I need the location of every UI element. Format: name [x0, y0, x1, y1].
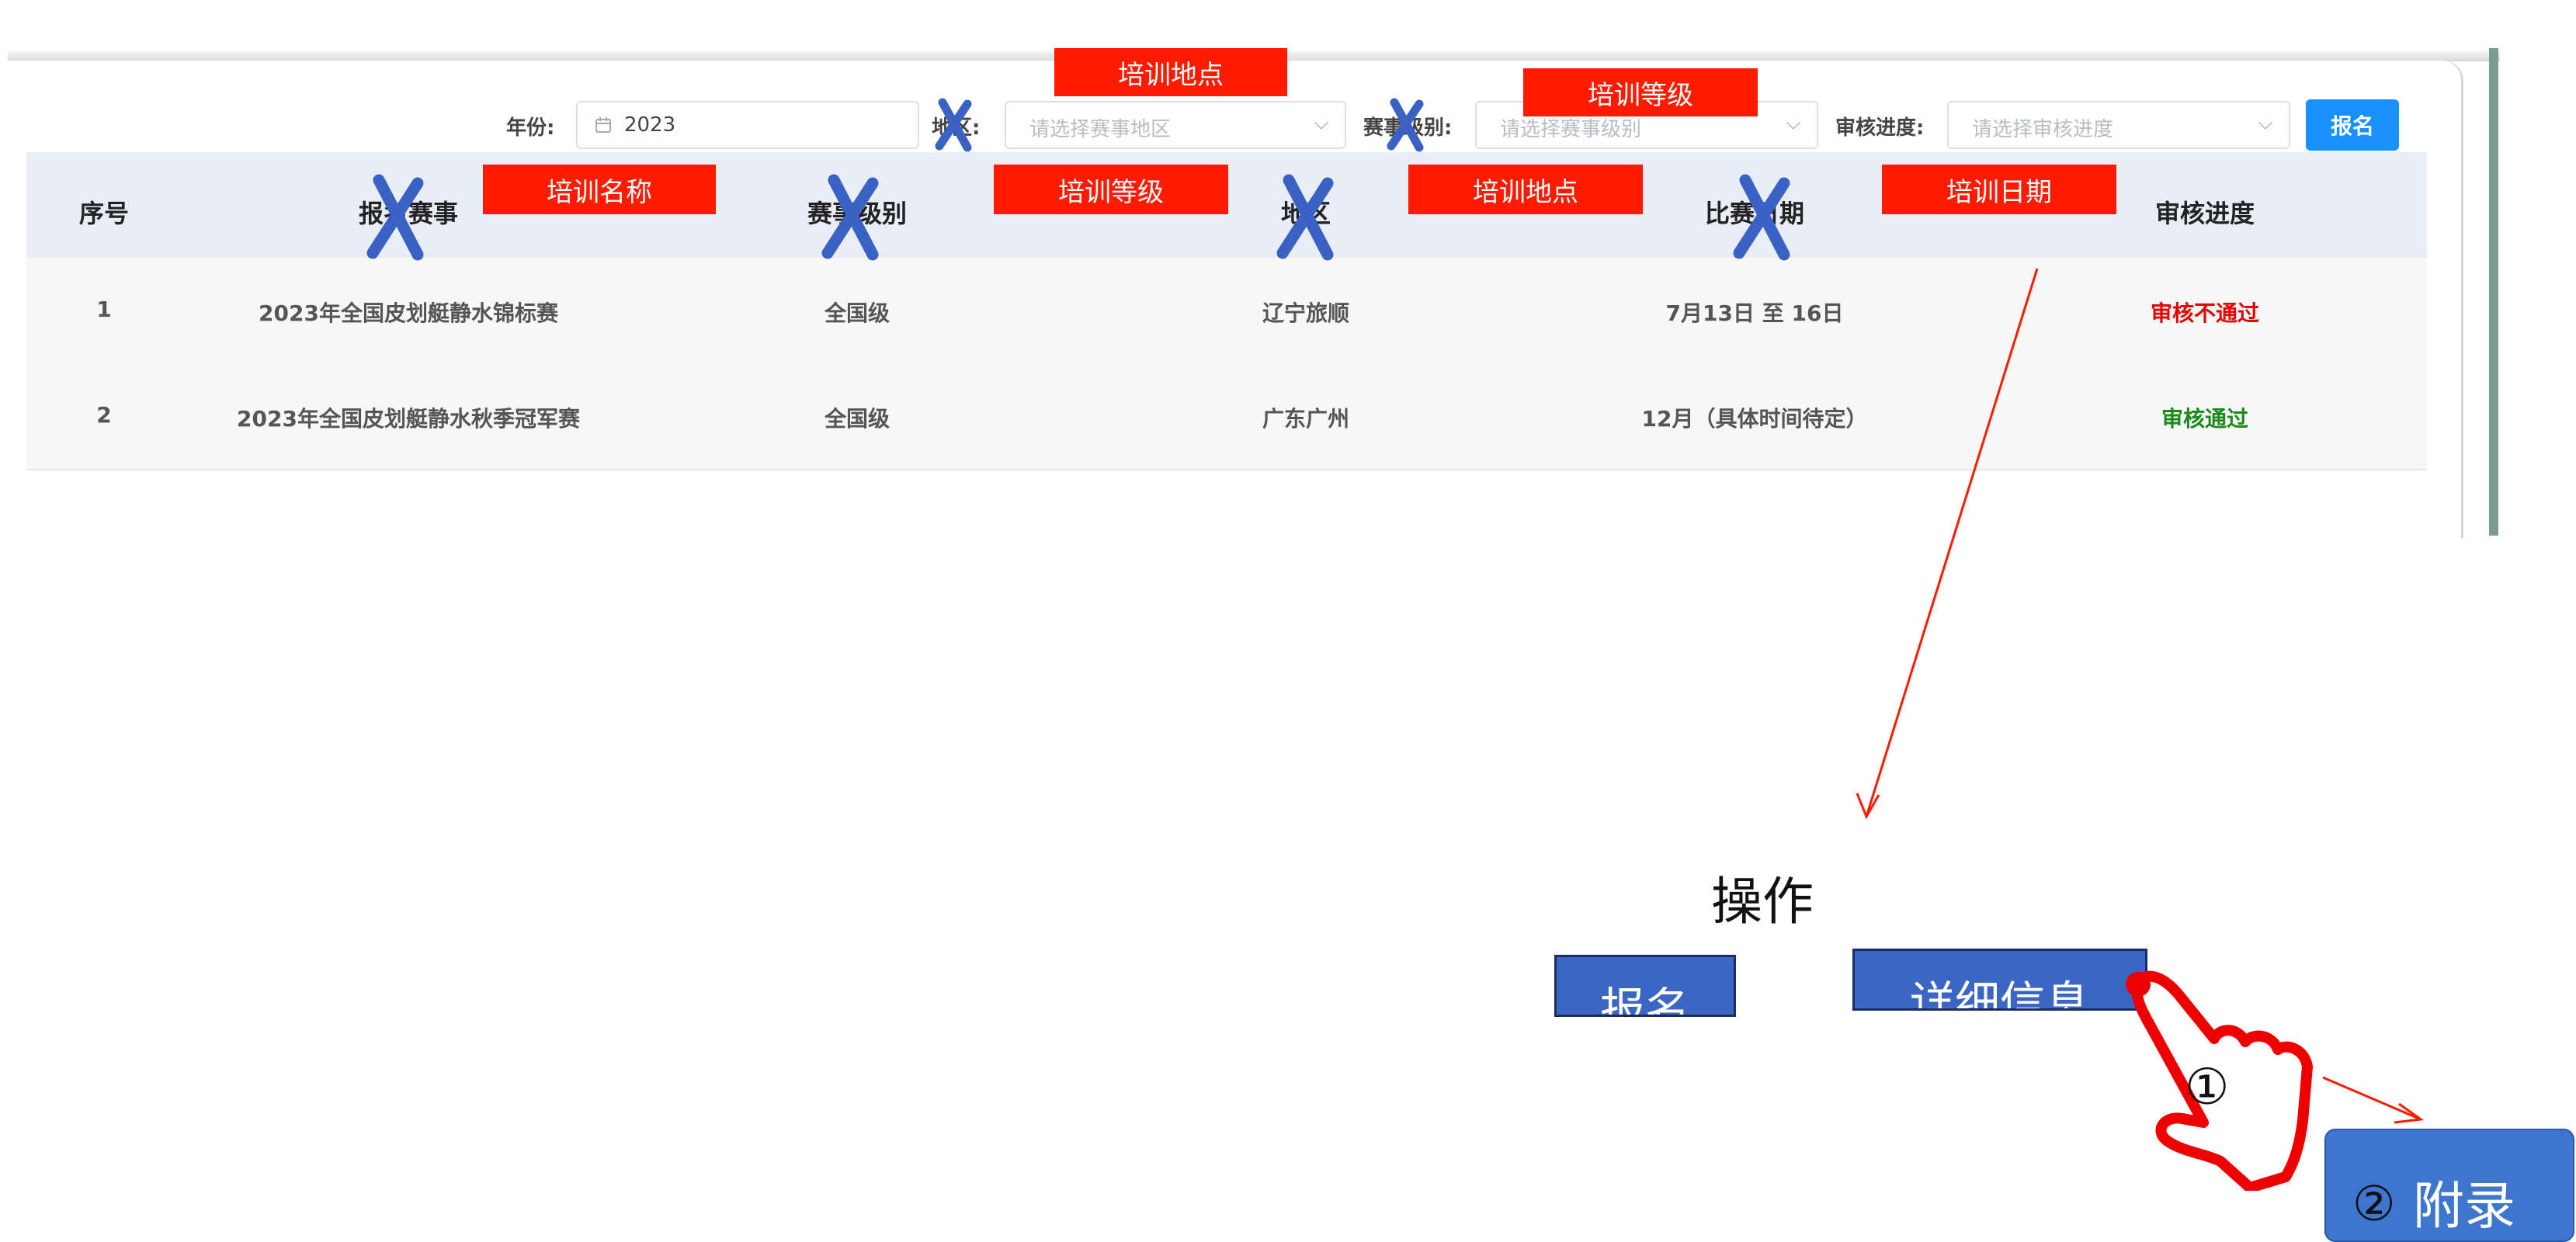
status-badge: 审核不通过 — [2150, 300, 2260, 326]
details-button[interactable]: 详细信息 — [1852, 949, 2147, 1011]
cross-mark-icon — [935, 98, 972, 152]
cross-mark-icon — [1276, 174, 1334, 261]
cross-mark-icon — [366, 174, 424, 261]
chevron-down-icon — [1314, 115, 1329, 130]
cell-event: 2023年全国皮划艇静水秋季冠军赛 — [237, 406, 580, 432]
operation-signup-button[interactable]: 报名 — [1554, 955, 1736, 1017]
column-header-index: 序号 — [78, 199, 130, 228]
appendix-button[interactable]: ② 附录 — [2324, 1129, 2574, 1242]
details-label: 详细信息 — [1909, 977, 2090, 1011]
review-filter-label: 审核进度: — [1835, 116, 1925, 140]
cross-mark-icon — [1733, 174, 1790, 261]
column-header-review: 审核进度 — [2154, 199, 2255, 228]
chevron-down-icon — [1786, 115, 1801, 130]
annotation-label-filter-level: 培训等级 — [1523, 68, 1758, 116]
cell-event: 2023年全国皮划艇静水锦标赛 — [259, 300, 558, 326]
cell-date: 12月（具体时间待定） — [1641, 406, 1868, 432]
window-right-edge — [2489, 48, 2498, 536]
region-placeholder: 请选择赛事地区 — [1029, 118, 1172, 141]
level-placeholder: 请选择赛事级别 — [1500, 118, 1642, 141]
year-value: 2023 — [624, 113, 676, 137]
cell-level: 全国级 — [824, 300, 890, 326]
cell-index: 2 — [96, 402, 112, 428]
cell-index: 1 — [96, 297, 112, 322]
step-one-marker: ① — [2185, 1059, 2230, 1116]
status-badge: 审核通过 — [2161, 406, 2249, 432]
step-two-marker: ② — [2352, 1175, 2396, 1232]
cell-region: 广东广州 — [1262, 406, 1350, 432]
calendar-icon — [595, 116, 612, 137]
cross-mark-icon — [821, 174, 879, 261]
annotation-label-filter-region: 培训地点 — [1054, 48, 1287, 96]
annotation-label-date: 培训日期 — [1882, 165, 2116, 214]
region-select[interactable]: 请选择赛事地区 — [1005, 101, 1346, 149]
operation-signup-label: 报名 — [1599, 983, 1690, 1017]
appendix-label: 附录 — [2413, 1176, 2515, 1236]
pointer-arrow — [1856, 268, 2039, 820]
cell-level: 全国级 — [824, 406, 890, 432]
annotation-label-level: 培训等级 — [994, 165, 1228, 214]
cell-region: 辽宁旅顺 — [1262, 300, 1350, 326]
cell-date: 7月13日 至 16日 — [1665, 300, 1844, 326]
year-picker[interactable]: 2023 — [576, 101, 919, 149]
pointer-arrow — [2322, 1076, 2425, 1124]
chevron-down-icon — [2258, 115, 2273, 130]
operation-title: 操作 — [1711, 872, 1814, 932]
cross-mark-icon — [1387, 98, 1424, 152]
review-placeholder: 请选择审核进度 — [1972, 118, 2114, 141]
year-filter-label: 年份: — [506, 116, 555, 140]
signup-button[interactable]: 报名 — [2306, 99, 2399, 151]
annotation-label-event: 培训名称 — [483, 165, 716, 214]
annotation-label-region: 培训地点 — [1408, 165, 1643, 214]
review-select[interactable]: 请选择审核进度 — [1947, 101, 2290, 149]
